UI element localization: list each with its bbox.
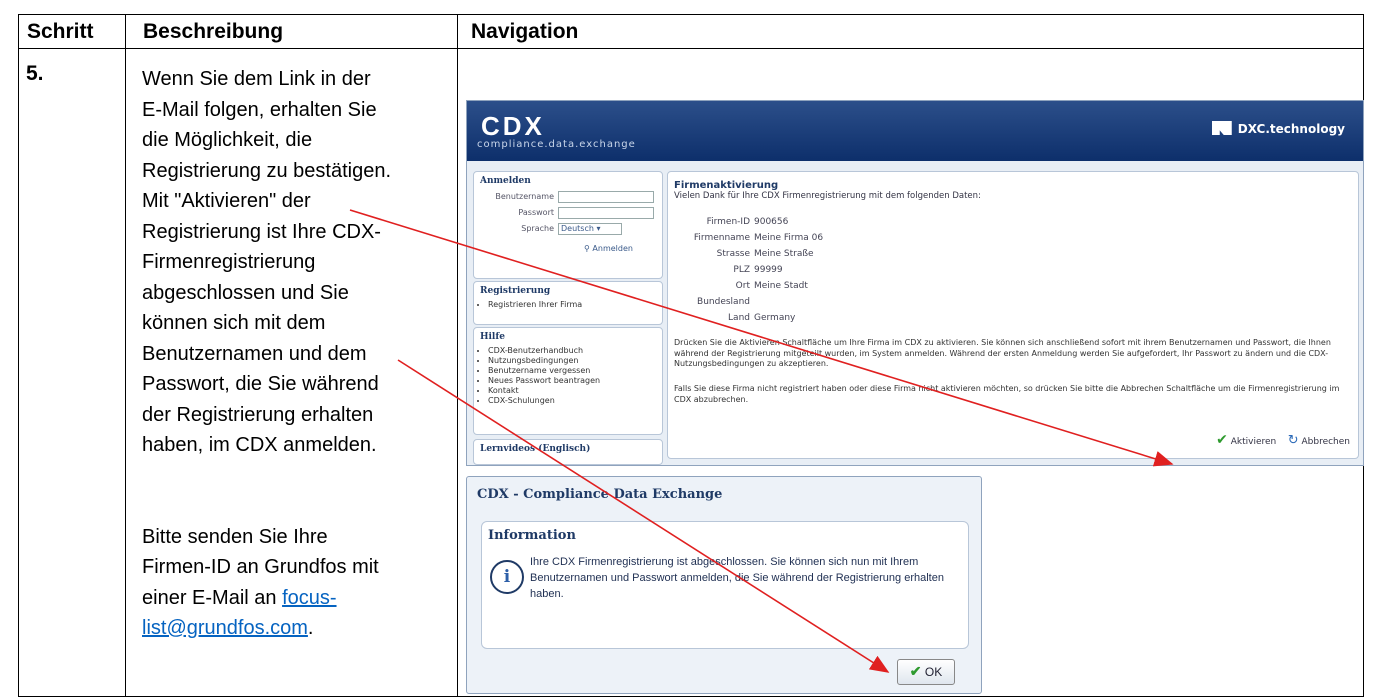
field-row: Ort Meine Stadt: [735, 281, 808, 291]
help-link[interactable]: Nutzungsbedingungen: [488, 356, 662, 366]
videos-title[interactable]: Lernvideos (Englisch): [474, 440, 662, 454]
username-input[interactable]: [558, 191, 654, 203]
password-label: Passwort: [518, 208, 554, 217]
key-icon: ⚲: [584, 244, 590, 253]
language-label: Sprache: [521, 224, 554, 233]
login-box: Anmelden Benutzername Passwort Sprache D…: [473, 171, 663, 279]
dialog-content: Information i Ihre CDX Firmenregistrieru…: [481, 521, 969, 649]
check-icon: ✔: [1216, 432, 1228, 448]
dialog-message: Ihre CDX Firmenregistrierung ist abgesch…: [530, 556, 944, 600]
header-description: Beschreibung: [125, 15, 457, 49]
username-label: Benutzername: [495, 192, 554, 201]
chevron-down-icon: ▾: [596, 224, 601, 233]
ok-button[interactable]: ✔ OK: [897, 659, 955, 685]
help-link[interactable]: CDX-Benutzerhandbuch: [488, 346, 662, 356]
help-link[interactable]: CDX-Schulungen: [488, 396, 662, 406]
description-paragraph: Wenn Sie dem Link in der E-Mail folgen, …: [142, 68, 392, 456]
field-row: Bundesland: [697, 297, 750, 307]
step-description: Wenn Sie dem Link in der E-Mail folgen, …: [142, 64, 394, 644]
check-icon: ✔: [909, 663, 922, 679]
dxc-logo: DXC.technology: [1211, 121, 1345, 136]
cdx-header-bar: CDX compliance.data.exchange DXC.technol…: [467, 101, 1363, 161]
field-row: PLZ 99999: [733, 265, 783, 275]
column-divider: [125, 15, 126, 696]
information-dialog: CDX - Compliance Data Exchange Informati…: [466, 476, 982, 694]
header-navigation: Navigation: [457, 15, 1363, 49]
language-select[interactable]: Deutsch ▾: [558, 223, 622, 235]
field-row: Firmenname Meine Firma 06: [693, 233, 824, 243]
help-box: Hilfe CDX-Benutzerhandbuch Nutzungsbedin…: [473, 327, 663, 435]
videos-box: Lernvideos (Englisch): [473, 439, 663, 465]
column-divider: [457, 15, 458, 696]
activate-button[interactable]: ✔ Aktivieren: [1216, 432, 1276, 448]
step-number: 5.: [26, 62, 44, 85]
header-step: Schritt: [19, 15, 125, 49]
activation-cancel-note: Falls Sie diese Firma nicht registriert …: [674, 384, 1340, 404]
dxc-mark-icon: [1211, 121, 1232, 135]
field-row: Strasse Meine Straße: [716, 249, 814, 259]
help-link[interactable]: Neues Passwort beantragen: [488, 376, 662, 386]
register-company-link[interactable]: Registrieren Ihrer Firma: [488, 300, 662, 310]
activation-actions: ✔ Aktivieren ↻ Abbrechen: [1216, 432, 1350, 448]
activation-panel: Firmenaktivierung Vielen Dank für Ihre C…: [667, 171, 1359, 459]
activation-instructions: Drücken Sie die Aktivieren Schaltfläche …: [674, 338, 1331, 368]
help-title: Hilfe: [480, 332, 505, 342]
undo-icon: ↻: [1287, 433, 1299, 448]
help-link[interactable]: Benutzername vergessen: [488, 366, 662, 376]
dialog-title: CDX - Compliance Data Exchange: [477, 487, 723, 502]
login-link[interactable]: ⚲ Anmelden: [584, 244, 633, 253]
help-link[interactable]: Kontakt: [488, 386, 662, 396]
field-row: Land Germany: [728, 313, 796, 323]
password-input[interactable]: [558, 207, 654, 219]
cancel-button[interactable]: ↻ Abbrechen: [1288, 433, 1350, 448]
activation-intro: Vielen Dank für Ihre CDX Firmenregistrie…: [674, 191, 981, 201]
field-row: Firmen-ID 900656: [706, 217, 789, 227]
dialog-heading: Information: [488, 528, 576, 543]
registration-links: Registrieren Ihrer Firma: [488, 300, 662, 310]
login-title: Anmelden: [480, 176, 531, 186]
cdx-logo: CDX: [481, 111, 545, 141]
registration-title: Registrierung: [480, 286, 551, 296]
help-links: CDX-Benutzerhandbuch Nutzungsbedingungen…: [488, 346, 662, 406]
cdx-activation-screenshot: CDX compliance.data.exchange DXC.technol…: [466, 100, 1364, 466]
info-icon: i: [490, 560, 524, 594]
activation-title: Firmenaktivierung: [674, 180, 779, 191]
cdx-logo-subtitle: compliance.data.exchange: [477, 139, 636, 150]
company-fields: Firmen-ID 900656 Firmenname Meine Firma 06…: [668, 214, 823, 326]
registration-box: Registrierung Registrieren Ihrer Firma: [473, 281, 663, 325]
description-paragraph: Bitte senden Sie Ihre Firmen-ID an Grund…: [142, 525, 379, 640]
